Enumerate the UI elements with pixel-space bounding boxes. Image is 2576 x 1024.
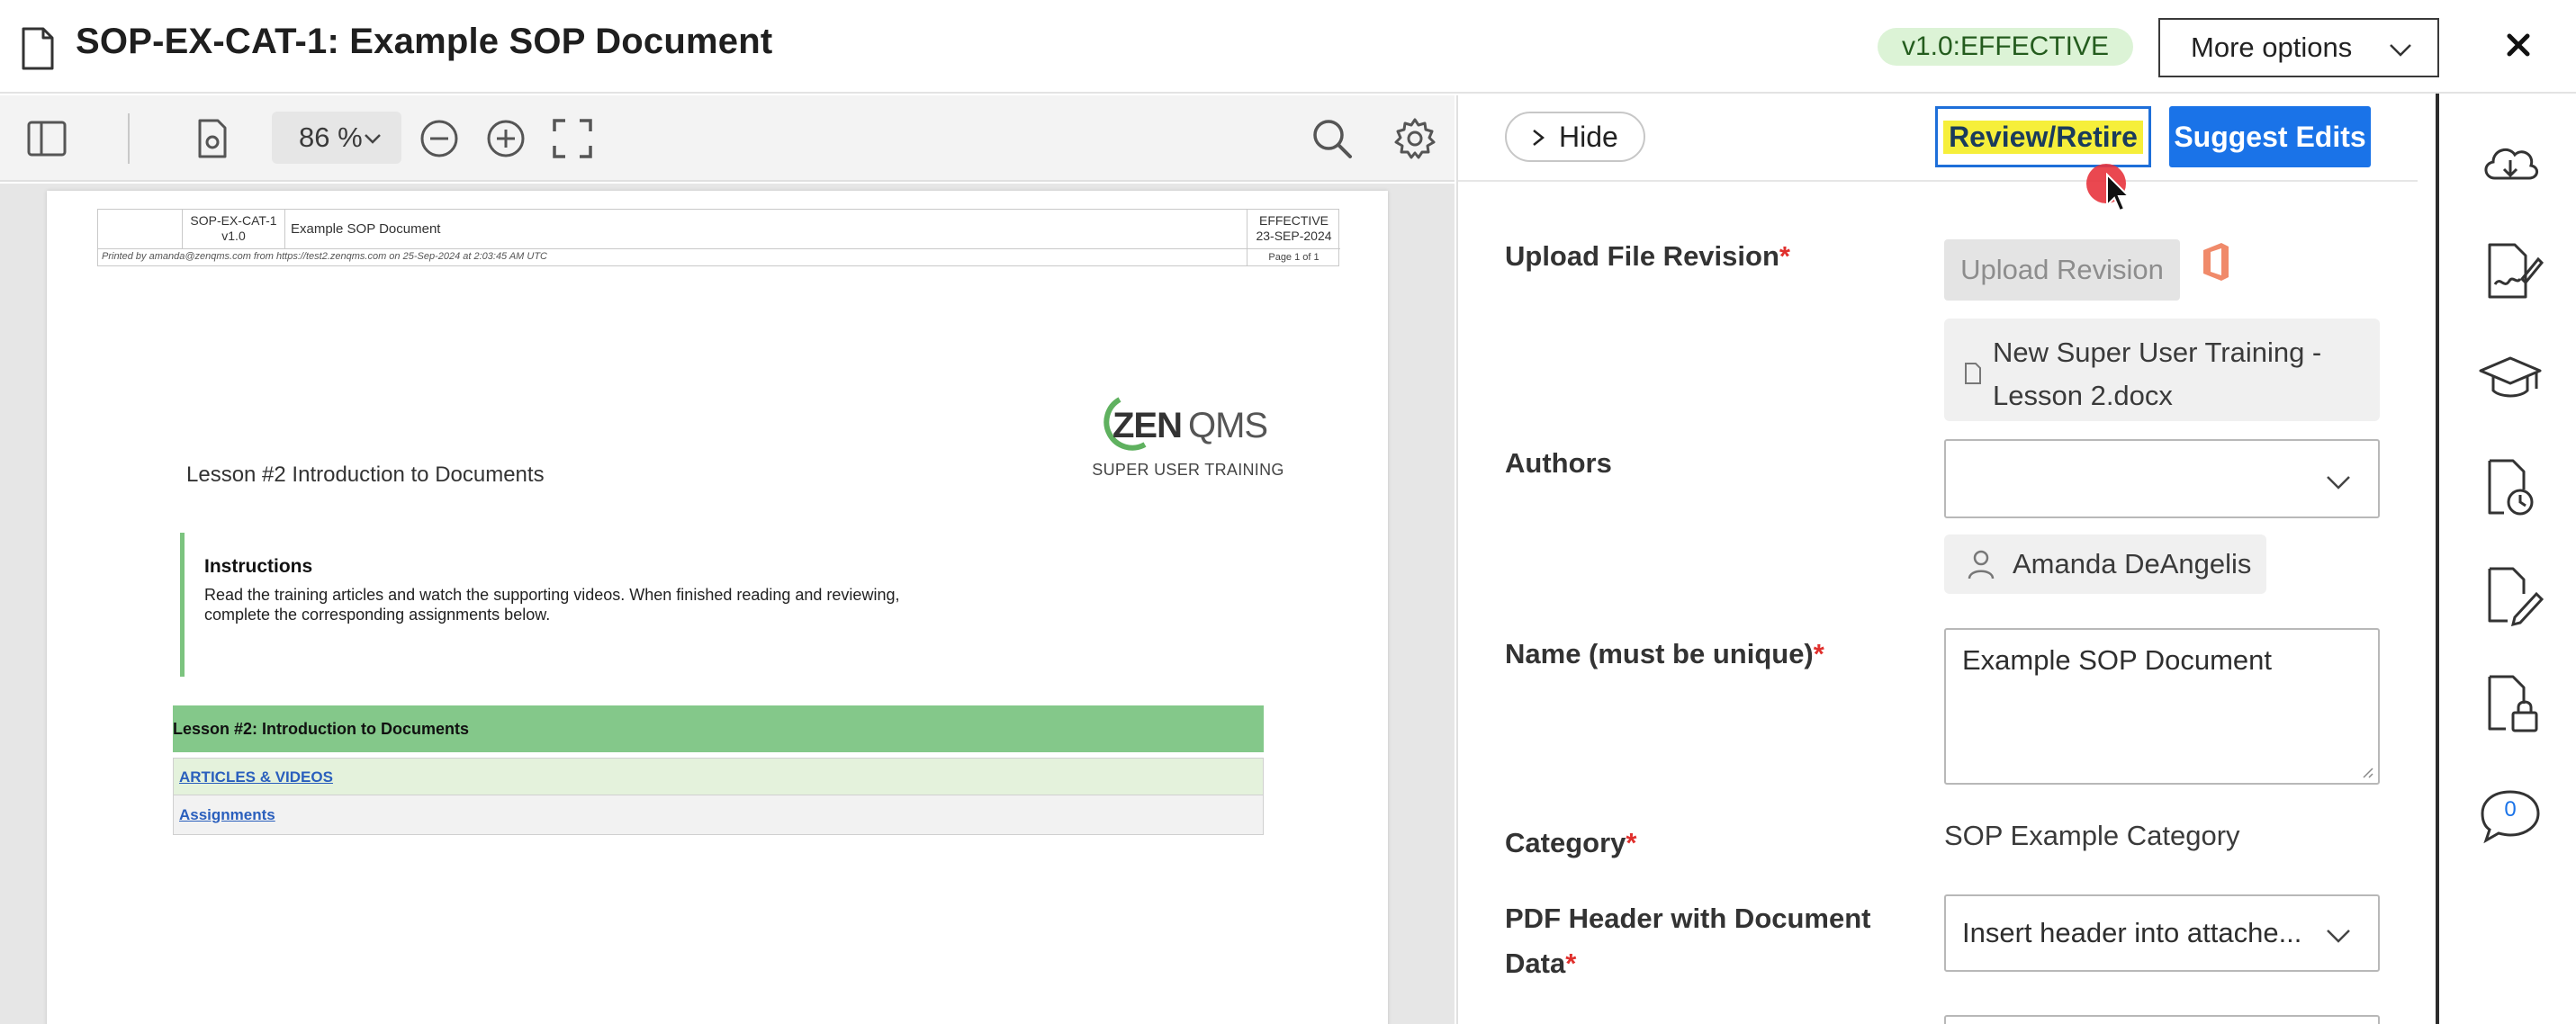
name-label: Name (must be unique)* [1505,638,1824,669]
title-bar: SOP-EX-CAT-1: Example SOP Document v1.0:… [0,0,2576,94]
office-icon[interactable] [2198,241,2234,283]
document-settings-icon[interactable] [191,117,234,160]
authors-label: Authors [1505,447,1612,479]
doc-name-cell: Example SOP Document [285,210,1257,249]
instructions-text: Read the training articles and watch the… [204,586,900,624]
svg-text:QMS: QMS [1188,406,1267,445]
properties-panel: Hide Review/Retire Suggest Edits Upload … [1456,95,2418,1024]
author-chip[interactable]: Amanda DeAngelis [1944,534,2266,594]
instructions-heading: Instructions [204,556,313,577]
comments-button[interactable]: 0 [2477,785,2544,848]
chevron-down-icon [2390,44,2411,57]
sidebar-toggle-icon[interactable] [25,117,68,160]
next-field[interactable] [1944,1015,2380,1024]
page-count: Page 1 of 1 [1247,249,1340,266]
articles-videos-link[interactable]: ARTICLES & VIDEOS [179,768,333,786]
articles-row: ARTICLES & VIDEOS [173,758,1264,795]
zoom-select[interactable]: 86 % [272,112,401,164]
gear-icon[interactable] [1393,117,1437,160]
fullscreen-icon[interactable] [551,117,594,160]
resize-handle-icon[interactable] [2360,765,2374,779]
cloud-download-icon[interactable] [2477,131,2544,194]
more-options-label: More options [2191,31,2353,63]
pdf-header-value: Insert header into attache... [1962,917,2302,948]
name-textarea[interactable]: Example SOP Document [1944,628,2380,785]
document-history-icon[interactable] [2477,455,2544,518]
lesson-title: Lesson #2 Introduction to Documents [186,463,545,487]
assignments-row: Assignments [173,795,1264,835]
chevron-down-icon [2327,930,2350,943]
name-value: Example SOP Document [1962,644,2273,676]
zenqms-logo: ZEN QMS [1103,397,1268,451]
author-name: Amanda DeAngelis [2013,548,2252,579]
search-icon[interactable] [1311,117,1354,160]
assignments-link[interactable]: Assignments [179,806,275,823]
document-icon [22,27,54,70]
zoom-out-icon[interactable] [418,117,461,160]
zoom-in-icon[interactable] [484,117,527,160]
document-header-table: SOP-EX-CAT-1 v1.0 Example SOP Document E… [97,209,1340,266]
mouse-pointer-icon [2106,173,2131,212]
status-badge: v1.0:EFFECTIVE [1878,28,2133,66]
graduation-cap-icon[interactable] [2477,347,2544,410]
page-title: SOP-EX-CAT-1: Example SOP Document [76,22,773,61]
upload-revision-button[interactable]: Upload Revision [1944,239,2180,301]
user-icon [1968,550,1995,579]
chevron-down-icon [2327,476,2350,490]
document-sign-icon[interactable] [2477,239,2544,302]
doc-id-cell: SOP-EX-CAT-1 v1.0 [183,210,285,249]
pdf-header-label: PDF Header with Document Data* [1505,903,1871,979]
uploaded-file-card: New Super User Training - Lesson 2.docx [1944,319,2380,421]
printed-by-line: Printed by amanda@zenqms.com from https:… [102,251,547,262]
suggest-edits-button[interactable]: Suggest Edits [2169,106,2371,167]
more-options-dropdown[interactable]: More options [2158,18,2439,77]
document-viewer[interactable]: SOP-EX-CAT-1 v1.0 Example SOP Document E… [0,184,1455,1024]
review-retire-button[interactable]: Review/Retire [1935,106,2151,167]
authors-select[interactable] [1944,439,2380,518]
document-page: SOP-EX-CAT-1 v1.0 Example SOP Document E… [47,191,1388,1024]
svg-text:ZEN: ZEN [1112,406,1182,445]
logo-tagline: SUPER USER TRAINING [1092,461,1284,479]
right-rail: 0 [2436,94,2576,1024]
upload-file-revision-label: Upload File Revision* [1505,240,1790,272]
toolbar-divider [128,113,130,164]
category-value: SOP Example Category [1944,820,2240,851]
hide-button[interactable]: Hide [1505,112,1645,162]
instructions-box: Instructions Read the training articles … [180,533,918,677]
document-lock-icon[interactable] [2477,671,2544,734]
document-edit-icon[interactable] [2477,563,2544,626]
doc-status-cell: EFFECTIVE 23-SEP-2024 [1247,210,1340,249]
category-label: Category* [1505,827,1637,858]
file-name-line-1: New Super User Training - [1993,337,2322,368]
chevron-down-icon [365,134,381,144]
review-retire-label: Review/Retire [1943,120,2143,154]
file-icon [1965,363,1981,384]
panel-toolbar: Hide Review/Retire Suggest Edits [1458,95,2418,182]
chevron-right-icon [1533,130,1545,146]
file-name-line-2: Lesson 2.docx [1993,380,2173,411]
viewer-toolbar: 86 % [0,95,1455,182]
pdf-header-select[interactable]: Insert header into attache... [1944,894,2380,972]
hide-label: Hide [1559,120,1618,153]
close-icon[interactable] [2499,25,2538,65]
zoom-value: 86 % [299,121,363,153]
lesson-banner: Lesson #2: Introduction to Documents [173,705,1264,752]
comment-count: 0 [2504,797,2517,822]
